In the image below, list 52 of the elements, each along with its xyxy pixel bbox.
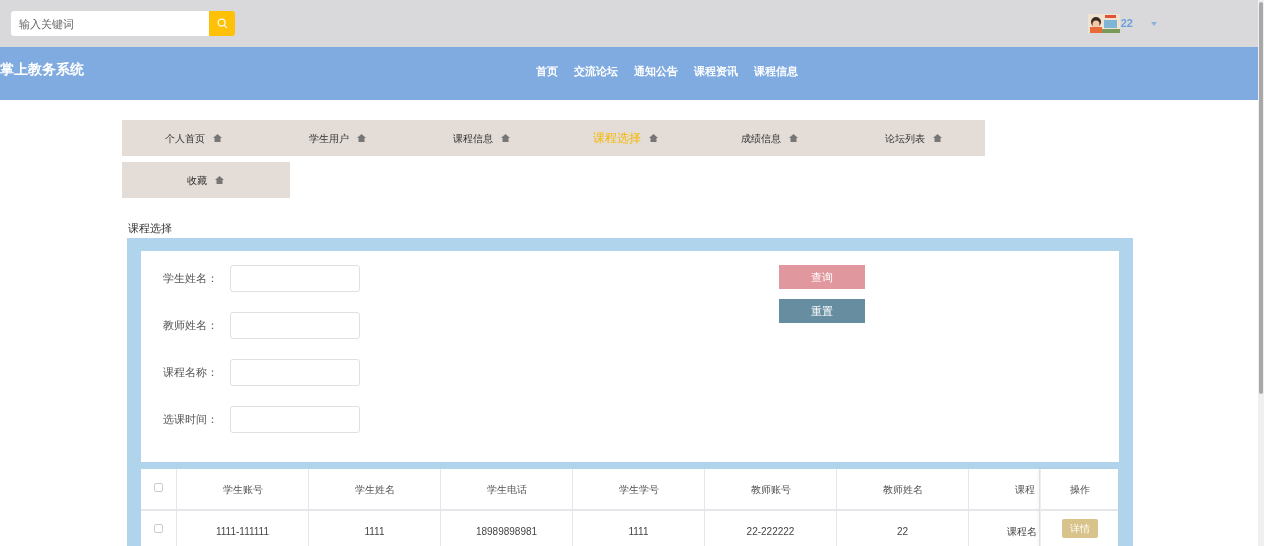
details-button[interactable]: 详情 xyxy=(1061,518,1098,538)
house-icon xyxy=(649,134,658,142)
table-cell: 22-222222 xyxy=(705,511,837,546)
house-icon xyxy=(213,134,223,142)
checkbox[interactable] xyxy=(154,482,163,492)
table-cell: 22 xyxy=(837,511,969,546)
house-icon xyxy=(788,134,798,142)
table-cell: 1111 xyxy=(309,511,441,546)
menu-tab[interactable]: 课程选择 xyxy=(553,120,698,156)
caret-icon[interactable] xyxy=(1151,21,1157,26)
filter-field[interactable] xyxy=(230,312,360,339)
column-header: 教师账号 xyxy=(705,469,837,509)
menu-tab[interactable]: 学生用户 xyxy=(265,120,410,156)
search-button[interactable] xyxy=(209,11,235,36)
house-icon xyxy=(357,134,367,142)
filter-field[interactable] xyxy=(230,406,360,433)
house-icon xyxy=(215,176,225,184)
table-cell: 18989898981 xyxy=(441,511,573,546)
house-icon xyxy=(932,134,942,142)
menu-tab[interactable]: 课程信息 xyxy=(409,120,554,156)
reset-button[interactable]: 重置 xyxy=(779,299,865,323)
section-title: 课程选择 xyxy=(128,221,173,235)
house-icon xyxy=(501,134,511,142)
checkbox[interactable] xyxy=(154,523,163,533)
filter-label: 课程名称： xyxy=(163,365,219,381)
site-title: 掌上教务系统 xyxy=(0,60,84,79)
filter-label: 教师姓名： xyxy=(163,318,219,334)
column-header: 操作 xyxy=(1041,469,1118,511)
filter-label: 学生姓名： xyxy=(163,271,219,287)
column-header: 学生电话 xyxy=(441,469,573,509)
column-header: 教师姓名 xyxy=(837,469,969,509)
filter-field[interactable] xyxy=(230,359,360,386)
column-header: 学生账号 xyxy=(177,469,309,509)
user-name[interactable]: 22 xyxy=(1120,15,1133,32)
table-cell: 1111 xyxy=(573,511,705,546)
nav-link[interactable]: 通知公告 xyxy=(634,64,678,81)
table-cell: 1111-111111 xyxy=(177,511,309,546)
nav-link[interactable]: 课程信息 xyxy=(754,64,798,81)
filter-field[interactable] xyxy=(230,265,360,292)
nav-link[interactable]: 课程资讯 xyxy=(694,64,738,81)
menu-tab[interactable]: 个人首页 xyxy=(122,120,266,156)
search-icon xyxy=(216,18,228,29)
nav-link[interactable]: 交流论坛 xyxy=(574,64,618,81)
column-header: 学生学号 xyxy=(573,469,705,509)
menu-tab[interactable]: 收藏 xyxy=(122,162,290,198)
menu-tab[interactable]: 成绩信息 xyxy=(697,120,842,156)
query-button[interactable]: 查询 xyxy=(779,265,865,289)
nav-link[interactable]: 首页 xyxy=(536,64,558,81)
filter-label: 选课时间： xyxy=(163,412,219,428)
search-field[interactable]: 输入关键词 xyxy=(11,11,209,36)
menu-tab[interactable]: 论坛列表 xyxy=(841,120,986,156)
column-header: 学生姓名 xyxy=(309,469,441,509)
